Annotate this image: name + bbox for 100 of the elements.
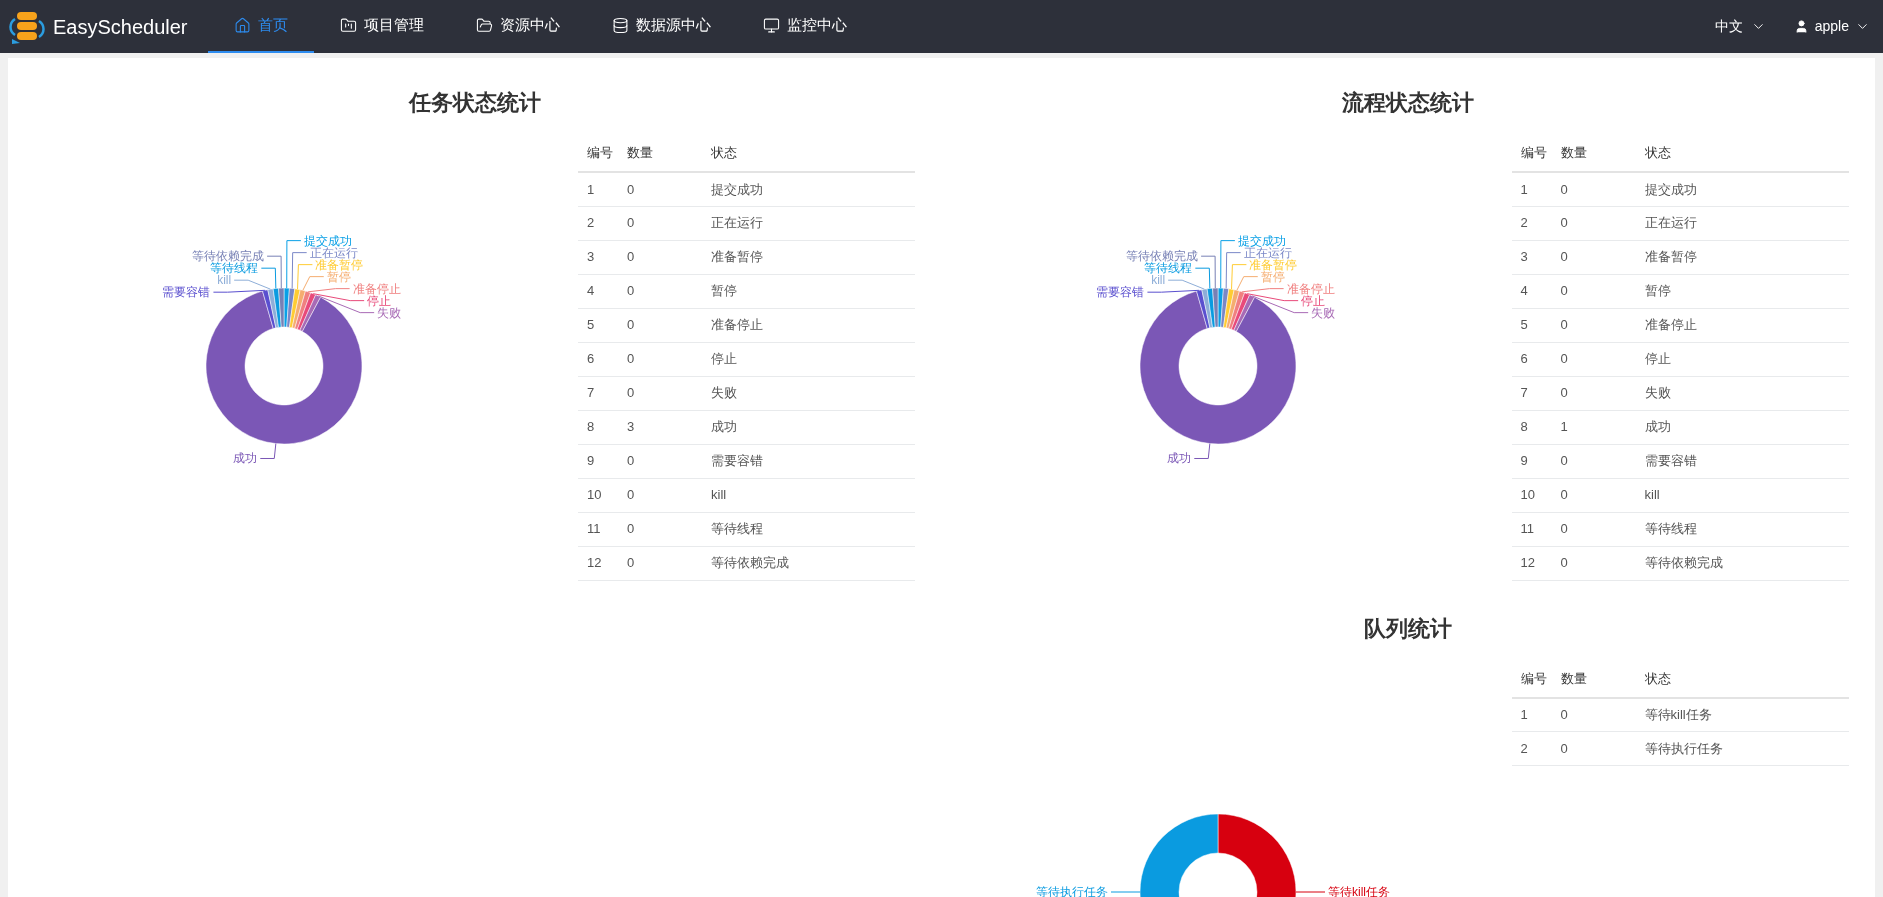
nav-tab[interactable]: 首页 [208, 0, 314, 53]
user-menu[interactable]: apple [1793, 16, 1870, 37]
column-header: 编号 [578, 135, 618, 172]
table-cell: 3 [578, 240, 618, 274]
table-cell: 等待kill任务 [1635, 697, 1849, 732]
table-cell: 0 [1551, 444, 1636, 478]
leader-line [1295, 891, 1325, 892]
table-cell: kill [1635, 478, 1849, 512]
table-cell: 5 [1511, 308, 1552, 342]
nav-icon [763, 17, 780, 34]
table-cell: 0 [1551, 478, 1636, 512]
table-cell: 12 [1511, 546, 1552, 580]
chart-label: 成功 [1166, 451, 1191, 466]
table-cell: 10 [578, 478, 618, 512]
table-cell: 0 [618, 478, 702, 512]
table-cell: 等待线程 [702, 512, 915, 546]
table-cell: 0 [1551, 342, 1636, 376]
table-cell: 11 [1511, 512, 1552, 546]
table-cell: 成功 [702, 410, 915, 444]
table-cell: 4 [578, 274, 618, 308]
table-cell: 0 [618, 342, 702, 376]
nav-icon [476, 17, 493, 34]
table-cell: 等待执行任务 [1635, 731, 1849, 766]
table-cell: 0 [1551, 172, 1636, 206]
table-cell: 暂停 [702, 274, 915, 308]
user-icon [1793, 19, 1809, 34]
table-cell: kill [702, 478, 915, 512]
table-cell: 3 [618, 410, 702, 444]
table-cell: 提交成功 [702, 172, 915, 206]
section-title: 队列统计 [1363, 614, 1454, 643]
table-cell: 0 [1551, 376, 1636, 410]
table-cell: 等待线程 [1635, 512, 1849, 546]
leader-line [259, 443, 277, 459]
table-cell: 停止 [702, 342, 915, 376]
chart-label: 等待线程 [1143, 261, 1192, 276]
chart-label: 需要容错 [1095, 285, 1144, 300]
chart-label: 等待线程 [210, 261, 259, 276]
chart-label: 准备停止 [1286, 281, 1335, 296]
column-header: 数量 [1551, 135, 1636, 172]
table-cell: 准备暂停 [1635, 240, 1849, 274]
column-header: 编号 [1511, 135, 1552, 172]
table-cell: 0 [1551, 512, 1636, 546]
table-cell: 0 [1551, 546, 1636, 580]
table-cell: 0 [618, 308, 702, 342]
leader-line [1110, 891, 1140, 892]
table-cell: 8 [1511, 410, 1552, 444]
table-cell: 2 [1511, 206, 1552, 240]
table-cell: 0 [618, 206, 702, 240]
table-cell: 0 [618, 376, 702, 410]
column-header: 状态 [702, 135, 915, 172]
leader-line [1193, 443, 1210, 459]
chart-label: 失败 [377, 305, 402, 320]
table-cell: 6 [1511, 342, 1552, 376]
table-cell: 需要容错 [1635, 444, 1849, 478]
table-cell: 1 [1511, 697, 1552, 732]
chart-label: 等待依赖完成 [192, 249, 265, 264]
column-header: 数量 [618, 135, 702, 172]
table-cell: 9 [1511, 444, 1552, 478]
nav-icon [340, 17, 357, 34]
table-cell: 6 [578, 342, 618, 376]
table-cell: 0 [1551, 697, 1636, 732]
table-cell: 5 [578, 308, 618, 342]
table-cell: 等待依赖完成 [1635, 546, 1849, 580]
chart-label: 准备停止 [352, 281, 401, 296]
section-title: 流程状态统计 [1341, 89, 1476, 117]
table-cell: 7 [578, 376, 618, 410]
nav-icon [234, 17, 251, 34]
language-menu[interactable]: 中文 [1714, 16, 1766, 37]
table-cell: 0 [1551, 206, 1636, 240]
table-cell: 准备暂停 [702, 240, 915, 274]
table-cell: 停止 [1635, 342, 1849, 376]
chart-label: 需要容错 [162, 285, 211, 300]
table-cell: 正在运行 [702, 206, 915, 240]
table-cell: 成功 [1635, 410, 1849, 444]
chart-label: 成功 [233, 451, 258, 466]
table-cell: 1 [1551, 410, 1636, 444]
nav-tab[interactable]: 资源中心 [450, 0, 586, 53]
chart-label: 失败 [1310, 305, 1335, 320]
nav-tab[interactable]: 监控中心 [737, 0, 873, 53]
nav-tab[interactable]: 数据源中心 [586, 0, 737, 53]
table-cell: 需要容错 [702, 444, 915, 478]
section-title: 任务状态统计 [407, 89, 542, 117]
table-cell: 7 [1511, 376, 1552, 410]
table-cell: 提交成功 [1635, 172, 1849, 206]
brand-name: EasyScheduler [53, 14, 189, 40]
chart-label: 提交成功 [1237, 233, 1286, 248]
table-cell: 0 [618, 274, 702, 308]
chart-label: kill [217, 273, 232, 288]
table-cell: 正在运行 [1635, 206, 1849, 240]
nav-tab[interactable]: 项目管理 [314, 0, 450, 53]
table-cell: 9 [578, 444, 618, 478]
table-cell: 0 [618, 512, 702, 546]
table-cell: 0 [618, 444, 702, 478]
nav-icon [612, 17, 629, 34]
chart-label: kill [1150, 273, 1165, 288]
table-cell: 准备停止 [1635, 308, 1849, 342]
table-cell: 0 [618, 240, 702, 274]
table-cell: 2 [1511, 731, 1552, 766]
table-cell: 12 [578, 546, 618, 580]
column-header: 编号 [1511, 660, 1552, 698]
